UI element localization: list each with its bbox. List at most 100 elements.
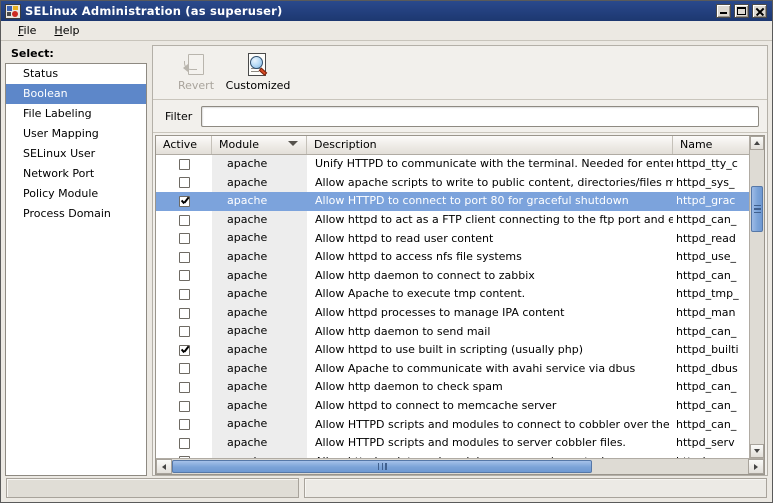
table-row[interactable]: apache Allow Apache to communicate with …	[156, 359, 749, 379]
horizontal-scrollbar[interactable]	[156, 458, 764, 474]
row-active-cell[interactable]	[156, 307, 212, 319]
row-module-cell: apache	[212, 247, 307, 267]
menu-help[interactable]: Help	[45, 22, 88, 39]
row-active-cell[interactable]	[156, 270, 212, 282]
active-checkbox[interactable]	[178, 177, 190, 189]
row-description-cell: Allow Apache to execute tmp content.	[315, 287, 526, 301]
row-name-cell: httpd_builti	[676, 343, 739, 357]
row-active-cell[interactable]	[156, 326, 212, 338]
revert-button[interactable]: Revert	[165, 50, 227, 92]
menu-file[interactable]: File	[9, 22, 45, 39]
column-header-description[interactable]: Description	[307, 136, 673, 154]
sidebar-item-selinux-user[interactable]: SELinux User	[6, 144, 146, 164]
column-header-module-label: Module	[219, 138, 259, 151]
row-module-cell: apache	[212, 396, 307, 416]
row-module-cell: apache	[212, 210, 307, 230]
sidebar-item-boolean[interactable]: Boolean	[6, 84, 146, 104]
menu-bar: File Help	[1, 21, 772, 41]
active-checkbox[interactable]	[178, 326, 190, 338]
table-row[interactable]: apache Allow httpd to use built in scrip…	[156, 340, 749, 360]
customized-button[interactable]: Customized	[225, 50, 291, 92]
active-checkbox[interactable]	[178, 363, 190, 375]
table-row[interactable]: apache Allow http daemon to connect to z…	[156, 266, 749, 286]
chevron-down-icon	[754, 449, 760, 453]
table-inner: Active Module Description Name apache Un…	[156, 136, 764, 458]
active-checkbox[interactable]	[178, 195, 190, 207]
row-active-cell[interactable]	[156, 419, 212, 431]
row-module-cell: apache	[212, 378, 307, 397]
table-row[interactable]: apache Allow httpd to access nfs file sy…	[156, 247, 749, 267]
column-header-active[interactable]: Active	[156, 136, 212, 154]
scroll-down-button[interactable]	[750, 444, 764, 458]
customized-button-label: Customized	[225, 79, 291, 92]
row-description-cell: Allow httpd to access nfs file systems	[315, 250, 522, 264]
row-active-cell[interactable]	[156, 288, 212, 300]
active-checkbox[interactable]	[178, 419, 190, 431]
sidebar-item-policy-module[interactable]: Policy Module	[6, 184, 146, 204]
row-module-cell: apache	[212, 415, 307, 434]
active-checkbox[interactable]	[178, 400, 190, 412]
active-checkbox[interactable]	[178, 233, 190, 245]
horizontal-scroll-thumb[interactable]	[172, 460, 593, 473]
active-checkbox[interactable]	[178, 270, 190, 282]
horizontal-scroll-track[interactable]	[172, 459, 748, 474]
table-row[interactable]: apache Allow HTTPD scripts and modules t…	[156, 433, 749, 453]
minimize-button[interactable]	[716, 4, 731, 18]
active-checkbox[interactable]	[178, 288, 190, 300]
application-window: SELinux Administration (as superuser) Fi…	[0, 0, 773, 503]
row-active-cell[interactable]	[156, 381, 212, 393]
active-checkbox[interactable]	[178, 158, 190, 170]
row-active-cell[interactable]	[156, 214, 212, 226]
table-row[interactable]: apache Allow http daemon to send mail ht…	[156, 322, 749, 341]
active-checkbox[interactable]	[178, 307, 190, 319]
row-active-cell[interactable]	[156, 158, 212, 170]
scroll-left-button[interactable]	[156, 459, 172, 474]
table-row[interactable]: apache Allow Apache to execute tmp conte…	[156, 285, 749, 304]
table-row[interactable]: apache Allow httpd to connect to memcach…	[156, 396, 749, 416]
row-active-cell[interactable]	[156, 437, 212, 449]
table-row[interactable]: apache Allow http daemon to check spam h…	[156, 378, 749, 397]
table-row[interactable]: apache Allow HTTPD scripts and modules t…	[156, 415, 749, 434]
active-checkbox[interactable]	[178, 251, 190, 263]
column-header-module[interactable]: Module	[212, 136, 307, 154]
sidebar-item-status[interactable]: Status	[6, 64, 146, 84]
toolbar: Revert Customized	[153, 46, 767, 100]
row-active-cell[interactable]	[156, 251, 212, 263]
active-checkbox[interactable]	[178, 344, 190, 356]
active-checkbox[interactable]	[178, 214, 190, 226]
chevron-right-icon	[754, 463, 758, 470]
row-name-cell: httpd_man	[676, 306, 736, 320]
scroll-up-button[interactable]	[750, 136, 764, 150]
row-module-cell: apache	[212, 303, 307, 323]
boolean-table: Active Module Description Name apache Un…	[155, 135, 765, 475]
vertical-scrollbar[interactable]	[749, 136, 764, 458]
row-active-cell[interactable]	[156, 233, 212, 245]
table-row[interactable]: apache Allow HTTPD to connect to port 80…	[156, 192, 749, 211]
active-checkbox[interactable]	[178, 437, 190, 449]
table-row[interactable]: apache Allow httpd processes to manage I…	[156, 303, 749, 323]
vertical-scroll-thumb[interactable]	[751, 186, 763, 232]
sidebar-item-network-port[interactable]: Network Port	[6, 164, 146, 184]
row-active-cell[interactable]	[156, 195, 212, 207]
vertical-scroll-track[interactable]	[750, 150, 764, 444]
row-name-cell: httpd_tmp_	[676, 287, 739, 301]
maximize-button[interactable]	[734, 4, 749, 18]
close-button[interactable]	[752, 4, 767, 18]
scroll-right-button[interactable]	[748, 459, 764, 474]
filter-input[interactable]	[201, 105, 759, 127]
column-header-name[interactable]: Name	[673, 136, 749, 154]
sidebar-item-process-domain[interactable]: Process Domain	[6, 204, 146, 224]
table-row[interactable]: apache Allow httpd to act as a FTP clien…	[156, 210, 749, 230]
row-active-cell[interactable]	[156, 344, 212, 356]
row-description-cell: Allow httpd processes to manage IPA cont…	[315, 306, 565, 320]
sidebar-item-file-labeling[interactable]: File Labeling	[6, 104, 146, 124]
row-active-cell[interactable]	[156, 400, 212, 412]
sidebar-item-user-mapping[interactable]: User Mapping	[6, 124, 146, 144]
active-checkbox[interactable]	[178, 381, 190, 393]
table-row[interactable]: apache Unify HTTPD to communicate with t…	[156, 155, 749, 174]
table-row[interactable]: apache Allow apache scripts to write to …	[156, 173, 749, 193]
table-row[interactable]: apache Allow httpd to read user content …	[156, 229, 749, 248]
row-active-cell[interactable]	[156, 177, 212, 189]
chevron-up-icon	[754, 141, 760, 145]
row-active-cell[interactable]	[156, 363, 212, 375]
